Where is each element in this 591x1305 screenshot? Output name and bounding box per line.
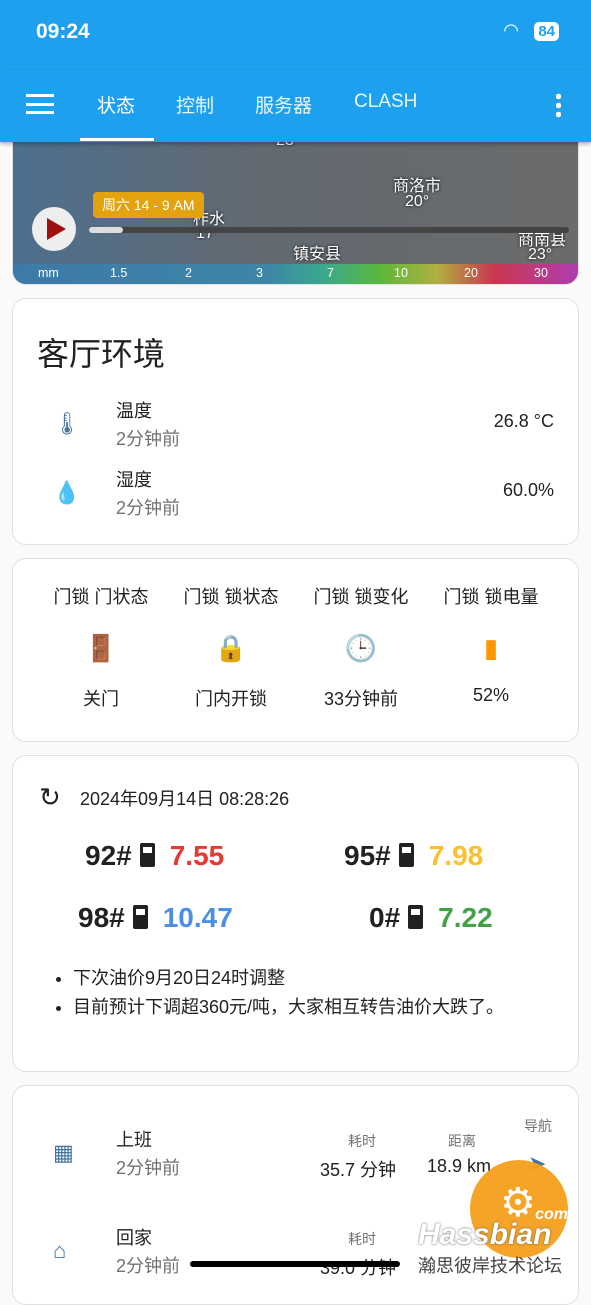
gas-station-icon: [408, 905, 430, 929]
glance-value: 关门: [83, 689, 119, 709]
fuel-grade: 95#: [344, 840, 391, 871]
legend-label: mm: [38, 266, 59, 280]
glance-title: 门锁 锁状态: [183, 587, 279, 607]
app-toolbar: 状态 控制 服务器 CLASH: [0, 70, 591, 142]
entity-row-humidity[interactable]: 💧 湿度 2分钟前 60.0%: [13, 466, 578, 526]
fuel-price: 7.55: [169, 840, 225, 871]
price-95: 95# 7.98: [344, 840, 483, 872]
travel-time: 35.7 分钟: [320, 1160, 397, 1180]
distance-label: 距离: [448, 1133, 476, 1149]
distance: 18.9 km: [427, 1156, 492, 1176]
fuel-price: 7.98: [428, 840, 484, 871]
entity-updated: 2分钟前: [116, 429, 181, 449]
travel-time: 39.0 分钟: [320, 1258, 397, 1278]
entity-row-temperature[interactable]: 🌡 温度 2分钟前 26.8 °C: [13, 397, 578, 457]
weather-map-card[interactable]: 23 商洛市 20° 柞水 17° 镇安县 商南县 23° 周六 14 - 9 …: [12, 130, 579, 285]
precip-legend: mm 1.5 2 3 7 10 20 30: [13, 264, 578, 284]
price-98: 98# 10.47: [78, 902, 233, 934]
map-label: 镇安县: [293, 246, 342, 263]
glance-title: 门锁 门状态: [53, 587, 149, 607]
fuel-price: 7.22: [438, 902, 493, 933]
battery-indicator: 84: [534, 22, 559, 41]
card-title: 客厅环境: [37, 336, 166, 372]
glance-value: 门内开锁: [195, 689, 267, 709]
history-icon: ↻: [39, 782, 61, 812]
entity-name: 回家: [116, 1228, 152, 1248]
glance-title: 门锁 锁变化: [313, 587, 409, 607]
entity-name: 温度: [116, 401, 152, 421]
tab-clash[interactable]: CLASH: [354, 91, 417, 113]
price-0: 0# 7.22: [369, 902, 493, 934]
play-button[interactable]: [32, 207, 76, 251]
gas-station-icon: [132, 905, 155, 929]
entity-updated: 2分钟前: [116, 1256, 181, 1276]
gas-station-icon: [398, 843, 421, 867]
watermark-subtitle: 瀚思彼岸技术论坛: [418, 1256, 562, 1276]
oil-price-card: ↻ 2024年09月14日 08:28:26 92# 7.55 95# 7.98 9…: [12, 755, 579, 1072]
timeline-slider[interactable]: [89, 227, 569, 233]
map-label: 20°: [405, 193, 430, 210]
clock-icon: 🕒: [344, 633, 378, 663]
update-time: 2024年09月14日 08:28:26: [80, 789, 290, 809]
timeline-progress: [89, 227, 123, 233]
glance-title: 门锁 锁电量: [443, 587, 539, 607]
home-indicator[interactable]: [190, 1261, 400, 1267]
water-percent-icon: 💧: [53, 480, 81, 505]
battery-icon: ▮: [483, 633, 499, 663]
watermark-brand: Hassbian: [418, 1218, 552, 1251]
legend-label: 10: [394, 266, 408, 280]
legend-label: 1.5: [110, 266, 128, 280]
fuel-grade: 92#: [85, 840, 132, 871]
active-tab-indicator: [80, 138, 154, 141]
fuel-grade: 0#: [369, 902, 401, 933]
oil-notes: 下次油价9月20日24时调整 目前预计下调超360元/吨，大家相互转告油价大跌了…: [73, 964, 563, 1022]
glance-lock-battery[interactable]: 门锁 锁电量 ▮ 52%: [426, 583, 556, 706]
entity-value: 60.0%: [502, 480, 554, 500]
glance-lock-change[interactable]: 门锁 锁变化 🕒 33分钟前: [296, 583, 426, 711]
legend-label: 30: [534, 266, 548, 280]
fuel-grade: 98#: [78, 902, 125, 933]
tab-server[interactable]: 服务器: [255, 91, 312, 118]
entity-name: 湿度: [116, 470, 152, 490]
wifi-icon: ◠: [503, 20, 519, 40]
tab-status[interactable]: 状态: [97, 91, 135, 118]
time-label: 耗时: [348, 1133, 376, 1149]
door-icon: 🚪: [84, 633, 118, 663]
glance-lock-state[interactable]: 门锁 锁状态 🔒 门内开锁: [166, 583, 296, 711]
price-92: 92# 7.55: [85, 840, 224, 872]
entity-updated: 2分钟前: [116, 1158, 181, 1178]
tab-control[interactable]: 控制: [176, 91, 214, 118]
time-label: 耗时: [348, 1231, 376, 1247]
lock-icon: 🔒: [214, 633, 248, 663]
entity-value: 26.8 °C: [493, 411, 554, 431]
more-options-icon[interactable]: [556, 92, 561, 118]
menu-icon[interactable]: [26, 94, 54, 114]
entity-name: 上班: [116, 1130, 152, 1150]
status-bar: 09:24 ◠ 84: [0, 0, 591, 70]
clock: 09:24: [36, 20, 90, 43]
home-account-icon: ⌂: [53, 1238, 67, 1263]
entity-updated: 2分钟前: [116, 498, 181, 518]
legend-label: 20: [464, 266, 478, 280]
glance-value: 52%: [472, 685, 510, 705]
glance-value: 33分钟前: [323, 689, 399, 709]
glance-door-state[interactable]: 门锁 门状态 🚪 关门: [36, 583, 166, 711]
legend-label: 3: [256, 266, 263, 280]
fuel-price: 10.47: [162, 902, 233, 933]
map-label: 23°: [528, 246, 553, 263]
office-building-icon: ▦: [53, 1140, 74, 1165]
legend-label: 7: [327, 266, 334, 280]
thermometer-icon: 🌡: [53, 411, 81, 436]
legend-label: 2: [185, 266, 192, 280]
note-item: 目前预计下调超360元/吨，大家相互转告油价大跌了。: [73, 993, 563, 1022]
living-room-card: 客厅环境 🌡 温度 2分钟前 26.8 °C 💧 湿度 2分钟前 60.0%: [12, 298, 579, 545]
gas-station-icon: [139, 843, 162, 867]
door-lock-card: 门锁 门状态 🚪 关门 门锁 锁状态 🔒 门内开锁 门锁 锁变化 🕒 33分钟前 门锁 锁电…: [12, 558, 579, 742]
time-bubble: 周六 14 - 9 AM: [93, 192, 204, 218]
note-item: 下次油价9月20日24时调整: [73, 964, 563, 993]
